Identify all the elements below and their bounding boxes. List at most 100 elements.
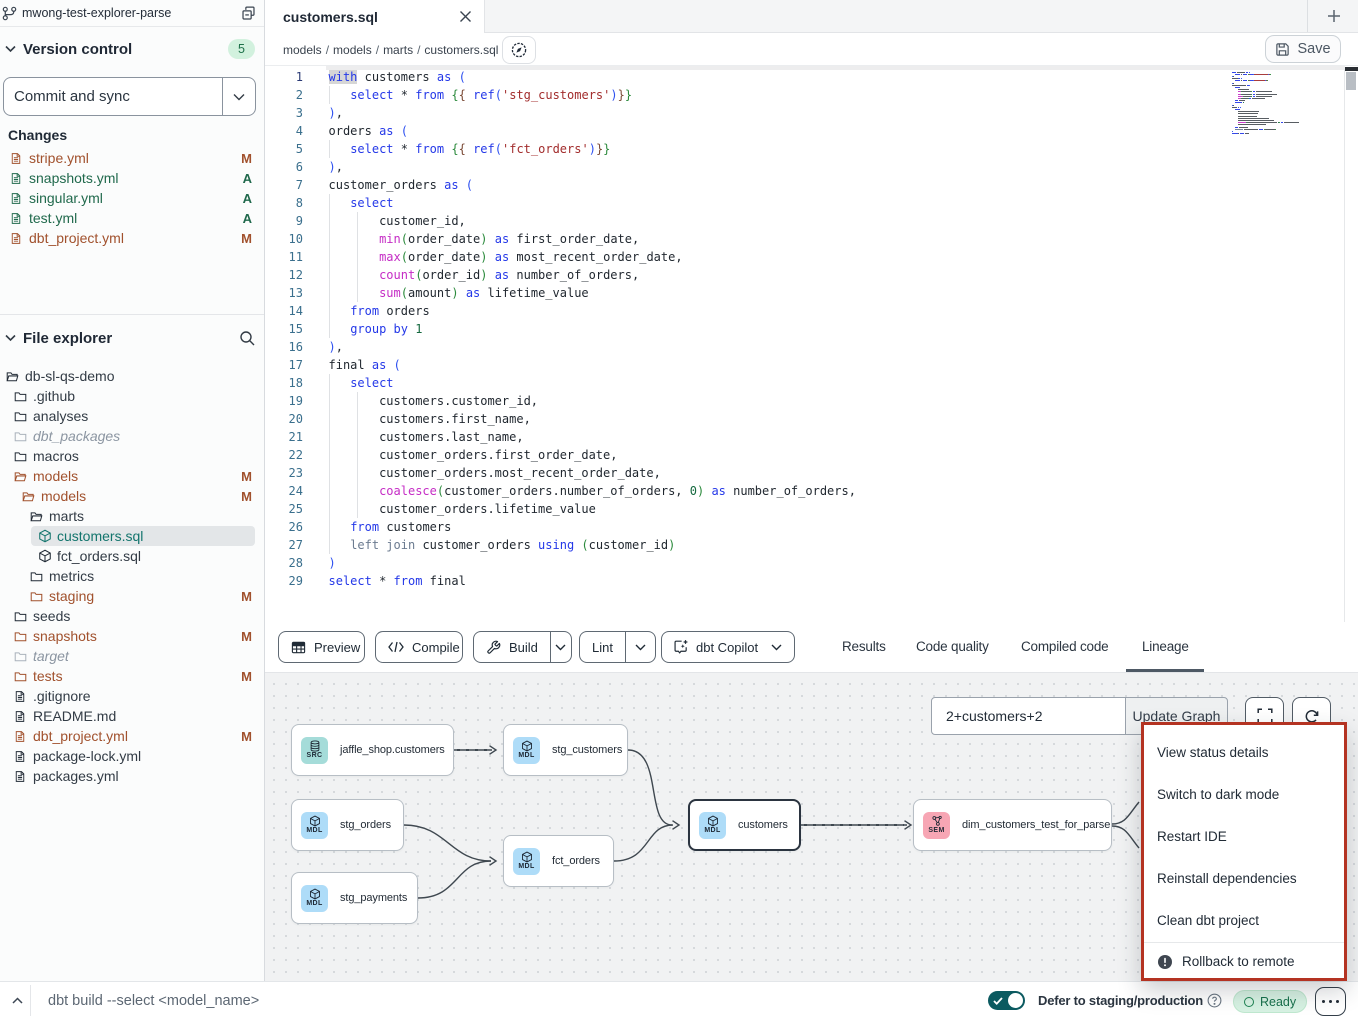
menu-item-restart-ide[interactable]: Restart IDE bbox=[1144, 815, 1344, 857]
changed-file-stripe.yml[interactable]: stripe.ymlM bbox=[0, 148, 264, 168]
line-number: 28 bbox=[265, 554, 303, 572]
preview-button[interactable]: Preview bbox=[278, 631, 365, 663]
mdl-badge: MDL bbox=[513, 848, 540, 875]
code-line-2: select * from {{ ref('stg_customers')}} bbox=[329, 86, 633, 104]
file-explorer-header[interactable]: File explorer bbox=[0, 326, 264, 350]
tree-item-.gitignore[interactable]: .gitignore bbox=[0, 686, 264, 706]
git-status: M bbox=[241, 729, 252, 744]
tree-item-dbt_packages[interactable]: dbt_packages bbox=[0, 426, 264, 446]
tab-title: customers.sql bbox=[283, 9, 459, 25]
menu-item-view-status-details[interactable]: View status details bbox=[1144, 731, 1344, 773]
defer-toggle[interactable] bbox=[988, 991, 1025, 1010]
more-options-button[interactable] bbox=[1315, 987, 1346, 1016]
breadcrumb-segment[interactable]: marts bbox=[383, 43, 413, 57]
menu-item-rollback-to-remote[interactable]: Rollback to remote bbox=[1144, 943, 1344, 980]
tab-customers-sql[interactable]: customers.sql bbox=[265, 0, 485, 33]
breadcrumb-segment[interactable]: customers.sql bbox=[424, 43, 498, 57]
copilot-compass-button[interactable] bbox=[502, 36, 536, 64]
breadcrumb-segment[interactable]: models bbox=[333, 43, 372, 57]
lineage-node-stg_orders[interactable]: MDLstg_orders bbox=[291, 799, 404, 851]
menu-item-reinstall-dependencies[interactable]: Reinstall dependencies bbox=[1144, 857, 1344, 899]
badge-label: MDL bbox=[306, 827, 322, 835]
editor-scrollbar[interactable] bbox=[1346, 72, 1356, 90]
close-icon[interactable] bbox=[459, 10, 472, 23]
change-status: M bbox=[241, 151, 252, 166]
commit-options-dropdown[interactable] bbox=[222, 78, 255, 115]
changed-file-snapshots.yml[interactable]: snapshots.ymlA bbox=[0, 168, 264, 188]
tree-item-customers.sql[interactable]: customers.sql bbox=[0, 526, 264, 546]
command-input[interactable]: dbt build --select <model_name> bbox=[48, 982, 259, 1019]
changed-file-name: singular.yml bbox=[29, 190, 103, 206]
chevron-down-icon bbox=[5, 334, 16, 342]
code-line-25: customer_orders.lifetime_value bbox=[329, 500, 596, 518]
tree-item-.github[interactable]: .github bbox=[0, 386, 264, 406]
project-selector[interactable]: mwong-test-explorer-parse bbox=[0, 0, 264, 27]
version-control-header[interactable]: Version control 5 bbox=[0, 36, 264, 62]
build-button[interactable]: Build bbox=[473, 631, 572, 663]
tree-item-staging[interactable]: stagingM bbox=[0, 586, 264, 606]
tree-item-name: dbt_project.yml bbox=[33, 728, 128, 744]
menu-item-switch-to-dark-mode[interactable]: Switch to dark mode bbox=[1144, 773, 1344, 815]
tree-item-name: package-lock.yml bbox=[33, 748, 141, 764]
commit-button-label: Commit and sync bbox=[4, 78, 222, 115]
lineage-node-fct_orders[interactable]: MDLfct_orders bbox=[503, 835, 614, 887]
tree-item-target[interactable]: target bbox=[0, 646, 264, 666]
lint-button[interactable]: Lint bbox=[579, 631, 656, 663]
tree-item-analyses[interactable]: analyses bbox=[0, 406, 264, 426]
lint-options-dropdown[interactable] bbox=[625, 632, 655, 662]
changed-file-singular.yml[interactable]: singular.yml A bbox=[0, 188, 264, 208]
save-button[interactable]: Save bbox=[1265, 35, 1341, 63]
tree-item-packages.yml[interactable]: packages.yml bbox=[0, 766, 264, 786]
tree-item-seeds[interactable]: seeds bbox=[0, 606, 264, 626]
lineage-node-customers[interactable]: MDLcustomers bbox=[688, 799, 801, 851]
tree-item-models[interactable]: modelsM bbox=[0, 466, 264, 486]
lineage-search-input[interactable]: 2+customers+2 bbox=[931, 697, 1126, 735]
minimap[interactable] bbox=[1232, 71, 1344, 135]
chevron-up-icon[interactable] bbox=[6, 982, 28, 1019]
compile-button[interactable]: Compile bbox=[375, 631, 463, 663]
tree-item-name: tests bbox=[33, 668, 63, 684]
search-icon[interactable] bbox=[239, 330, 255, 346]
tree-item-dbt_project.yml[interactable]: dbt_project.yml M bbox=[0, 726, 264, 746]
git-status: M bbox=[241, 589, 252, 604]
code-editor[interactable]: 1234567891011121314151617181920212223242… bbox=[265, 66, 1358, 622]
dbt-cloud-ide: mwong-test-explorer-parse Version contro… bbox=[0, 0, 1358, 1019]
tree-item-tests[interactable]: testsM bbox=[0, 666, 264, 686]
tree-item-marts[interactable]: marts bbox=[0, 506, 264, 526]
tab-code-quality[interactable]: Code quality bbox=[916, 622, 989, 670]
editor-top-band bbox=[326, 66, 1345, 70]
folder-open-icon bbox=[14, 470, 28, 483]
tree-item-package-lock.yml[interactable]: package-lock.yml bbox=[0, 746, 264, 766]
tab-compiled-code[interactable]: Compiled code bbox=[1021, 622, 1108, 670]
mdl-badge: MDL bbox=[301, 885, 328, 912]
tree-item-README.md[interactable]: README.md bbox=[0, 706, 264, 726]
dbt-copilot-button[interactable]: dbt Copilot bbox=[661, 631, 795, 663]
tab-lineage[interactable]: Lineage bbox=[1142, 622, 1189, 670]
build-options-dropdown[interactable] bbox=[550, 632, 571, 662]
new-tab-button[interactable] bbox=[1320, 0, 1348, 32]
tab-results[interactable]: Results bbox=[842, 622, 886, 670]
changed-file-dbt_project.yml[interactable]: dbt_project.ymlM bbox=[0, 228, 264, 248]
lineage-node-stg_payments[interactable]: MDLstg_payments bbox=[291, 872, 418, 924]
tree-item-macros[interactable]: macros bbox=[0, 446, 264, 466]
minimap-scrollbar-divider bbox=[1344, 70, 1345, 622]
lineage-node-stg_customers[interactable]: MDLstg_customers bbox=[503, 724, 628, 776]
tree-item-models[interactable]: modelsM bbox=[0, 486, 264, 506]
tab-strip-divider bbox=[1307, 0, 1308, 32]
badge-label: MDL bbox=[704, 827, 720, 835]
tree-item-metrics[interactable]: metrics bbox=[0, 566, 264, 586]
lineage-node-jaffle_shop.customers[interactable]: SRCjaffle_shop.customers bbox=[291, 724, 454, 776]
changed-file-test.yml[interactable]: test.ymlA bbox=[0, 208, 264, 228]
tree-item-snapshots[interactable]: snapshotsM bbox=[0, 626, 264, 646]
lineage-node-dim_customers_test_for_parse[interactable]: SEMdim_customers_test_for_parse bbox=[913, 799, 1112, 851]
help-icon[interactable] bbox=[1207, 993, 1222, 1008]
breadcrumb-segment[interactable]: models bbox=[283, 43, 322, 57]
copy-icon[interactable] bbox=[240, 5, 257, 22]
tree-item-fct_orders.sql[interactable]: fct_orders.sql bbox=[0, 546, 264, 566]
status-badge[interactable]: Ready bbox=[1233, 990, 1307, 1013]
change-status: A bbox=[243, 191, 252, 206]
menu-item-clean-dbt-project[interactable]: Clean dbt project bbox=[1144, 899, 1344, 941]
commit-and-sync-button[interactable]: Commit and sync bbox=[3, 77, 256, 116]
tree-item-db-sl-qs-demo[interactable]: db-sl-qs-demo bbox=[0, 366, 264, 386]
code-line-26: from customers bbox=[329, 518, 452, 536]
